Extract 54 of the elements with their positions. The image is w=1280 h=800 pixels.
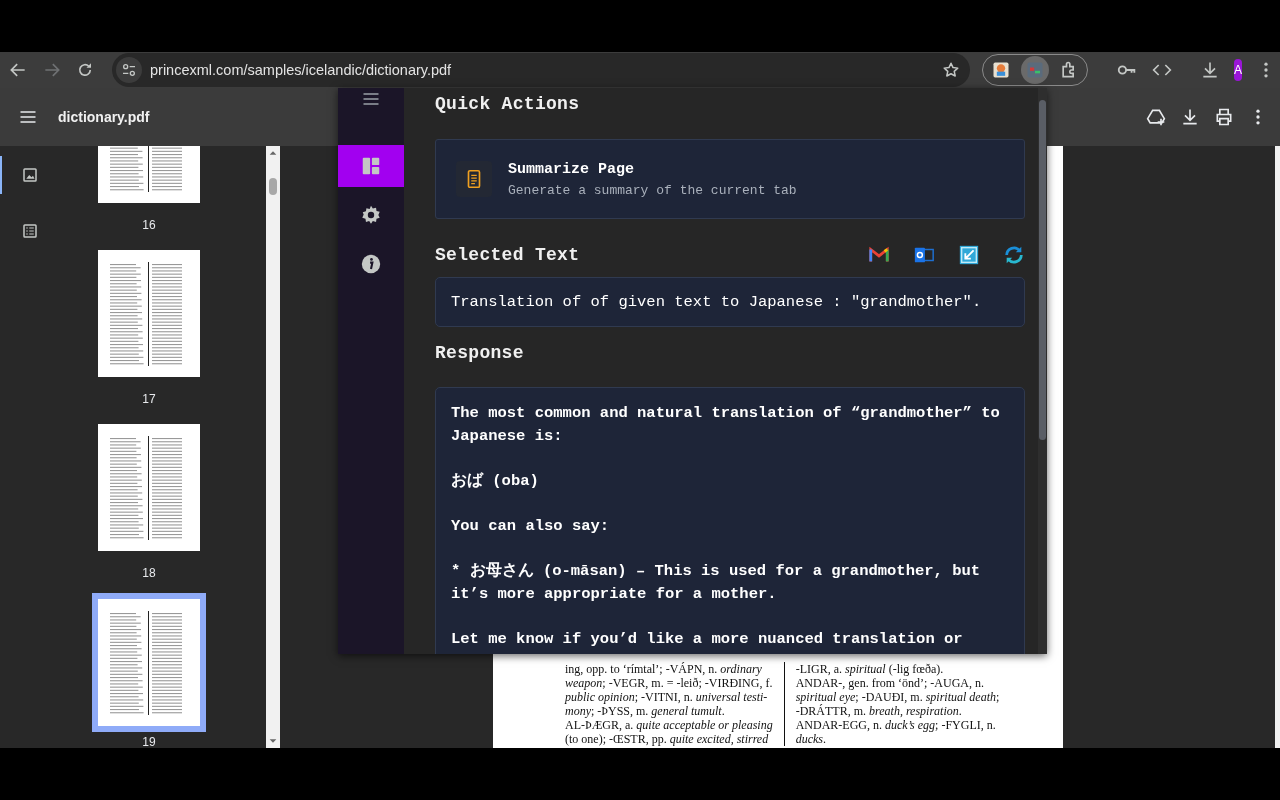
window-icon <box>1025 60 1045 80</box>
print-icon[interactable] <box>1214 107 1234 127</box>
address-bar[interactable]: princexml.com/samples/icelandic/dictionary.pdf <box>112 53 970 87</box>
info-icon <box>360 253 382 275</box>
page-number: 18 <box>142 566 156 580</box>
site-info-button[interactable] <box>116 57 142 83</box>
text-line: -LIGR, a. spiritual (-lig fœða). <box>795 662 945 676</box>
text-line: spiritual eye; -DAUÐI, m. spiritual death; <box>795 690 1000 704</box>
download-icon[interactable] <box>1200 60 1220 80</box>
section-heading: Selected Text <box>435 244 580 267</box>
url-text: princexml.com/samples/icelandic/dictionary.pdf <box>150 62 452 78</box>
section-heading: Quick Actions <box>435 93 581 116</box>
response-paragraph: * お母さん (o-māsan) – This is used for a grandmother, but it’s more appropriate for a mother. <box>451 561 982 605</box>
response-paragraph: おば (oba) <box>451 471 540 492</box>
action-description: Generate a summary of the current tab <box>508 182 797 198</box>
page-thumbnail[interactable] <box>92 593 206 732</box>
profile-avatar[interactable]: A <box>1234 59 1242 81</box>
section-heading: Response <box>435 342 525 365</box>
text-line: AL-ÞÆGR, a. quite acceptable or pleasing <box>565 718 773 732</box>
text-line: -DRÁTTR, m. breath, respiration. <box>795 704 962 718</box>
sliders-icon <box>121 62 137 78</box>
picture-frame-icon <box>991 60 1011 80</box>
scroll-thumb[interactable] <box>269 178 277 195</box>
download-icon[interactable] <box>1180 107 1200 127</box>
text-line: ANDAR-, gen. from ‘önd’; -AUGA, n. <box>795 676 985 690</box>
scroll-thumb[interactable] <box>1039 100 1046 440</box>
gear-icon <box>360 204 382 226</box>
document-title: dictionary.pdf <box>58 109 150 125</box>
page-number: 19 <box>142 735 156 748</box>
text-line: weapon; -VEGR, m. = -leið; -VIRÐING, f. <box>565 676 773 690</box>
reload-icon[interactable] <box>76 61 94 79</box>
image-icon <box>21 166 39 184</box>
scrollbar[interactable] <box>1038 88 1047 654</box>
action-card[interactable]: Summarize Page Generate a summary of the current tab <box>435 139 1025 219</box>
text-line: ing, opp. to ‘rímtal’; -VÁPN, n. ordinary <box>565 662 763 676</box>
response-paragraph: Let me know if you’d like a more nuanced translation or <box>451 629 964 650</box>
edit-box-icon[interactable] <box>958 244 980 266</box>
scrollbar[interactable] <box>266 146 280 748</box>
action-title: Summarize Page <box>508 160 636 178</box>
text-line: (to one); -ŒSTR, pp. quite excited, stirred <box>565 732 770 746</box>
selected-text-box: Translation of of given text to Japanese : "grandmother". <box>435 277 1025 327</box>
text-line: mony; -ÞYSS, m. general tumult. <box>565 704 726 718</box>
list-icon <box>21 222 39 240</box>
dashboard-icon <box>360 155 382 177</box>
text-line: ducks. <box>795 732 827 746</box>
response-paragraph: You can also say: <box>451 516 611 537</box>
page-number: 16 <box>142 218 156 232</box>
text-line: ANDAR-EGG, n. duck’s egg; -FYGLI, n. <box>795 718 997 732</box>
response-paragraph: The most common and natural translation of “grandmother” to Japanese is: <box>451 403 1001 447</box>
page-number: 17 <box>142 392 156 406</box>
refresh-icon[interactable] <box>1003 244 1025 266</box>
scrollbar[interactable] <box>1275 146 1280 748</box>
star-icon[interactable] <box>942 61 960 79</box>
text-line: public opinion; -VITNI, n. universal testi- <box>565 690 769 704</box>
